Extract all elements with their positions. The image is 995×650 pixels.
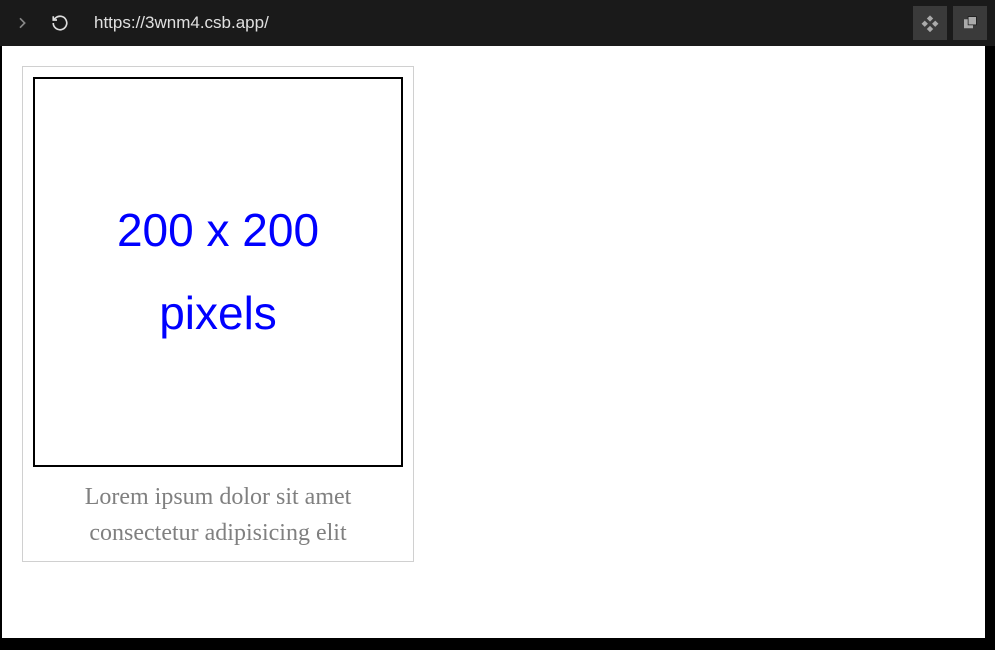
codesandbox-icon[interactable] [913,6,947,40]
placeholder-line2: pixels [159,272,277,355]
image-figure: 200 x 200 pixels Lorem ipsum dolor sit a… [22,66,414,562]
reload-button[interactable] [44,7,76,39]
browser-toolbar: https://3wnm4.csb.app/ [0,0,995,46]
placeholder-image: 200 x 200 pixels [33,77,403,467]
placeholder-line1: 200 x 200 [117,189,319,272]
forward-button[interactable] [8,9,36,37]
image-caption: Lorem ipsum dolor sit amet consectetur a… [33,479,403,551]
page-viewport: 200 x 200 pixels Lorem ipsum dolor sit a… [2,46,989,642]
address-bar[interactable]: https://3wnm4.csb.app/ [84,8,905,38]
new-window-icon[interactable] [953,6,987,40]
url-text: https://3wnm4.csb.app/ [94,13,269,33]
toolbar-right [913,6,987,40]
